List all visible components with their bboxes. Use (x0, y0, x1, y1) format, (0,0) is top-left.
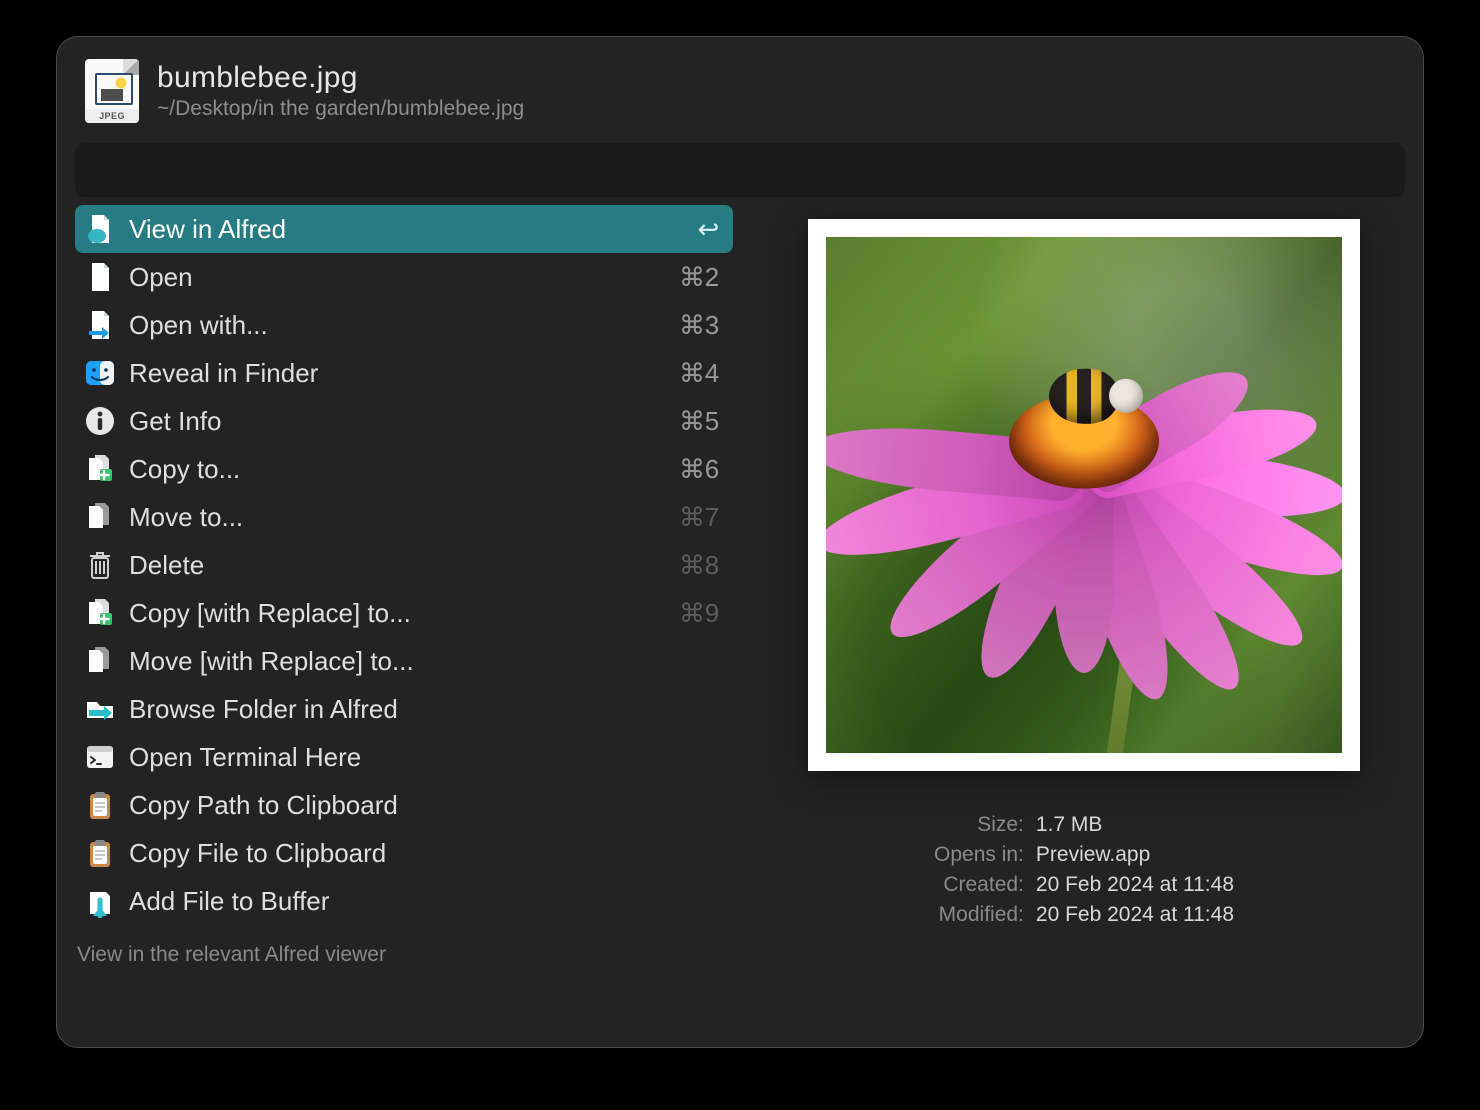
action-item[interactable]: Copy to... ⌘6 (75, 445, 733, 493)
action-shortcut: ⌘6 (679, 454, 719, 485)
action-shortcut: ⌘9 (679, 598, 719, 629)
doc-arrow-icon (83, 308, 117, 342)
action-item[interactable]: Copy [with Replace] to... ⌘9 (75, 589, 733, 637)
actions-list: View in Alfred ↩ Open ⌘2 Open with... ⌘3 Revea… (75, 205, 733, 925)
action-shortcut: ⌘4 (679, 358, 719, 389)
meta-size-value: 1.7 MB (1036, 813, 1234, 837)
selection-subtitle: View in the relevant Alfred viewer (57, 927, 1423, 967)
action-label: Open (129, 262, 193, 293)
action-shortcut: ↩ (697, 214, 719, 245)
copy-to-icon (83, 452, 117, 486)
file-type-tag: JPEG (85, 109, 139, 123)
move-to-icon (83, 644, 117, 678)
finder-icon (83, 356, 117, 390)
terminal-icon (83, 740, 117, 774)
move-to-icon (83, 500, 117, 534)
action-item[interactable]: View in Alfred ↩ (75, 205, 733, 253)
info-icon (83, 404, 117, 438)
action-label: Add File to Buffer (129, 886, 329, 917)
meta-modified-label: Modified: (934, 903, 1024, 927)
meta-opens-value: Preview.app (1036, 843, 1234, 867)
action-item[interactable]: Copy File to Clipboard (75, 829, 733, 877)
meta-created-value: 20 Feb 2024 at 11:48 (1036, 873, 1234, 897)
clipboard-icon (83, 836, 117, 870)
file-name: bumblebee.jpg (157, 61, 1395, 95)
view-alfred-icon (83, 212, 117, 246)
search-bar (75, 143, 1405, 197)
action-item[interactable]: Copy Path to Clipboard (75, 781, 733, 829)
alfred-file-actions-panel: JPEG bumblebee.jpg ~/Desktop/in the gard… (56, 36, 1424, 1048)
action-item[interactable]: Browse Folder in Alfred (75, 685, 733, 733)
action-label: Copy [with Replace] to... (129, 598, 411, 629)
action-item[interactable]: Add File to Buffer (75, 877, 733, 925)
browse-icon (83, 692, 117, 726)
action-label: Copy to... (129, 454, 240, 485)
action-shortcut: ⌘5 (679, 406, 719, 437)
action-item[interactable]: Open Terminal Here (75, 733, 733, 781)
action-item[interactable]: Move to... ⌘7 (75, 493, 733, 541)
action-item[interactable]: Get Info ⌘5 (75, 397, 733, 445)
action-shortcut: ⌘3 (679, 310, 719, 341)
file-path: ~/Desktop/in the garden/bumblebee.jpg (157, 97, 1395, 121)
action-label: Move to... (129, 502, 243, 533)
meta-modified-value: 20 Feb 2024 at 11:48 (1036, 903, 1234, 927)
file-type-icon: JPEG (85, 59, 139, 123)
action-shortcut: ⌘7 (679, 502, 719, 533)
action-item[interactable]: Move [with Replace] to... (75, 637, 733, 685)
action-shortcut: ⌘2 (679, 262, 719, 293)
action-item[interactable]: Reveal in Finder ⌘4 (75, 349, 733, 397)
copy-to-icon (83, 596, 117, 630)
action-label: Delete (129, 550, 204, 581)
action-label: Move [with Replace] to... (129, 646, 414, 677)
file-metadata: Size: 1.7 MB Opens in: Preview.app Creat… (934, 813, 1234, 927)
action-label: View in Alfred (129, 214, 286, 245)
clipboard-icon (83, 788, 117, 822)
search-input[interactable] (75, 143, 1405, 197)
action-label: Open Terminal Here (129, 742, 361, 773)
preview-thumbnail (808, 219, 1360, 771)
action-shortcut: ⌘8 (679, 550, 719, 581)
action-label: Copy File to Clipboard (129, 838, 386, 869)
meta-size-label: Size: (934, 813, 1024, 837)
preview-pane: Size: 1.7 MB Opens in: Preview.app Creat… (763, 205, 1405, 927)
action-item[interactable]: Open ⌘2 (75, 253, 733, 301)
doc-icon (83, 260, 117, 294)
action-label: Copy Path to Clipboard (129, 790, 398, 821)
trash-icon (83, 548, 117, 582)
action-label: Reveal in Finder (129, 358, 318, 389)
buffer-icon (83, 884, 117, 918)
action-label: Browse Folder in Alfred (129, 694, 398, 725)
meta-opens-label: Opens in: (934, 843, 1024, 867)
action-item[interactable]: Open with... ⌘3 (75, 301, 733, 349)
action-label: Get Info (129, 406, 222, 437)
meta-created-label: Created: (934, 873, 1024, 897)
action-label: Open with... (129, 310, 268, 341)
action-item[interactable]: Delete ⌘8 (75, 541, 733, 589)
file-header: JPEG bumblebee.jpg ~/Desktop/in the gard… (57, 37, 1423, 137)
